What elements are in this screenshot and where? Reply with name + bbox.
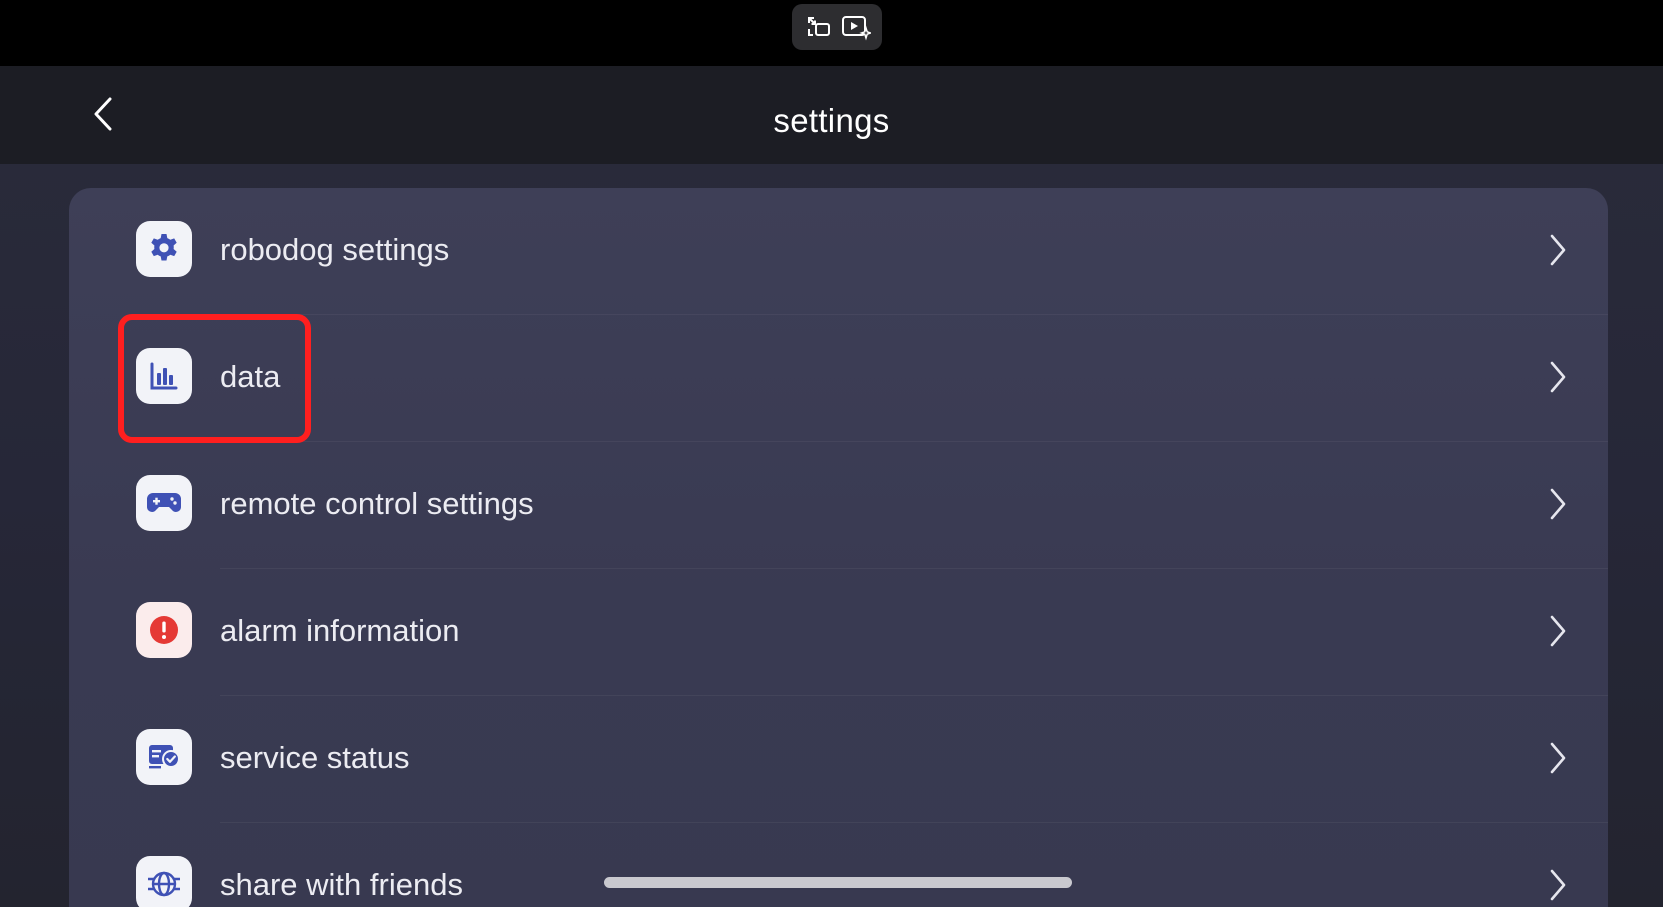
chevron-right-icon bbox=[1543, 232, 1573, 268]
settings-item-label: service status bbox=[220, 740, 410, 775]
chevron-right-icon bbox=[1543, 359, 1573, 395]
settings-item-icon-box bbox=[136, 221, 192, 277]
exit-fullscreen-button[interactable] bbox=[803, 11, 835, 43]
video-enhance-button[interactable] bbox=[840, 11, 872, 43]
globe-share-icon bbox=[148, 871, 180, 897]
page-title: settings bbox=[773, 102, 890, 139]
settings-item-remote-control-settings[interactable]: remote control settings bbox=[69, 442, 1608, 569]
floating-control-pill bbox=[792, 4, 882, 50]
settings-item-icon-box bbox=[136, 729, 192, 785]
top-system-strip bbox=[0, 0, 1663, 66]
settings-item-icon-box bbox=[136, 475, 192, 531]
settings-item-share-with-friends[interactable]: share with friends bbox=[69, 823, 1608, 907]
chevron-right-icon bbox=[1543, 740, 1573, 776]
chevron-right-icon bbox=[1543, 867, 1573, 903]
settings-item-label: share with friends bbox=[220, 867, 463, 902]
settings-item-robodog-settings[interactable]: robodog settings bbox=[69, 188, 1608, 315]
app-body: settings robodog settings data remote co… bbox=[0, 66, 1663, 907]
settings-item-label: robodog settings bbox=[220, 232, 450, 267]
exit-fullscreen-icon bbox=[807, 17, 830, 36]
gamepad-icon bbox=[147, 493, 181, 512]
settings-item-icon-box bbox=[136, 856, 192, 907]
screen: settings robodog settings data remote co… bbox=[0, 0, 1663, 907]
settings-item-label: alarm information bbox=[220, 613, 460, 648]
chevron-right-icon bbox=[1543, 613, 1573, 649]
alert-circle-icon bbox=[150, 616, 178, 644]
settings-item-alarm-information[interactable]: alarm information bbox=[69, 569, 1608, 696]
service-check-icon bbox=[149, 745, 180, 769]
settings-item-label: remote control settings bbox=[220, 486, 534, 521]
chevron-right-icon bbox=[1543, 486, 1573, 522]
data-highlight-box bbox=[118, 314, 311, 443]
settings-list: robodog settings data remote control set… bbox=[69, 188, 1608, 907]
home-indicator[interactable] bbox=[604, 877, 1072, 888]
nav-header: settings bbox=[0, 66, 1663, 164]
gear-icon bbox=[151, 234, 177, 261]
video-sparkle-icon bbox=[841, 16, 871, 41]
settings-item-service-status[interactable]: service status bbox=[69, 696, 1608, 823]
settings-item-icon-box bbox=[136, 602, 192, 658]
